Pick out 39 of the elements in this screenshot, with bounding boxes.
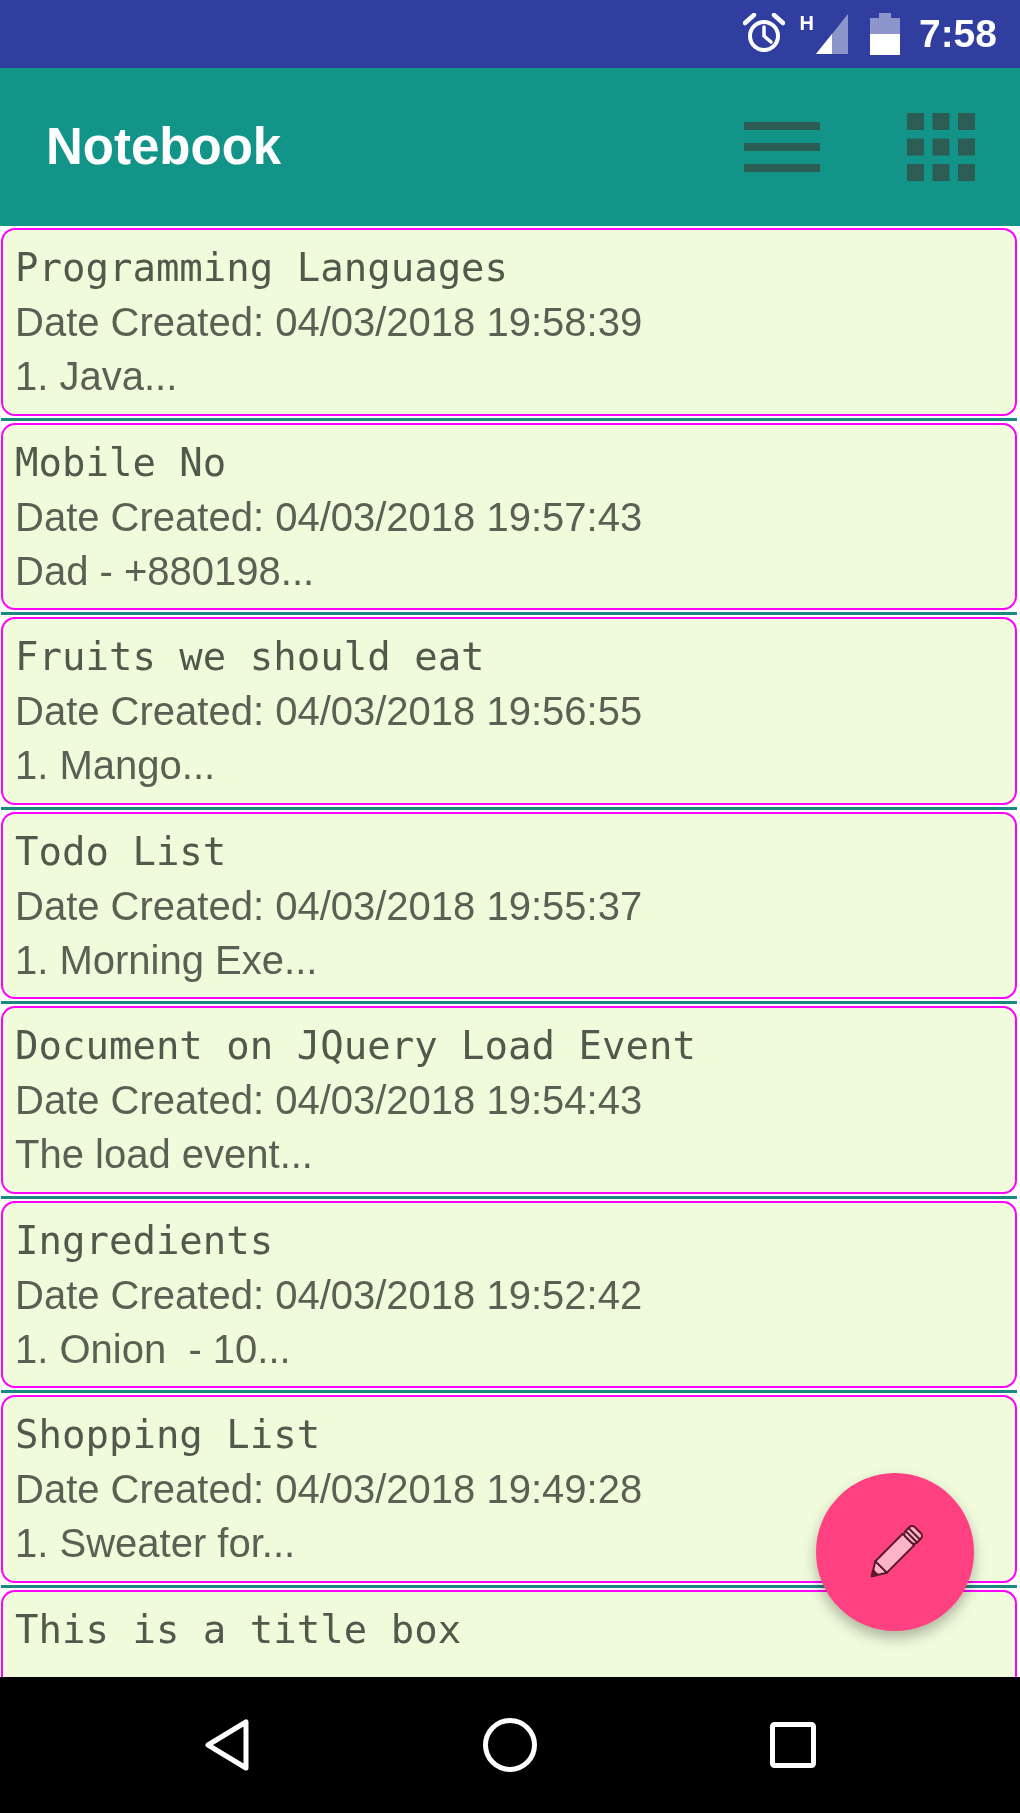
note-card[interactable]: This is a title box (1, 1589, 1017, 1677)
note-date: Date Created: 04/03/2018 19:56:55 (15, 688, 643, 735)
note-date: Date Created: 04/03/2018 19:57:43 (15, 493, 643, 541)
note-title: Fruits we should eat (15, 633, 485, 681)
note-preview: 1. Sweater for... (15, 1520, 296, 1567)
note-preview: Dad - +880198... (15, 547, 315, 595)
note-card[interactable]: Todo List Date Created: 04/03/2018 19:55:37 1. Morning Exe... (1, 811, 1017, 999)
note-card[interactable]: Programming Languages Date Created: 04/03/2018 19:58:39 1. Java... (1, 228, 1017, 416)
note-title: Programming Languages (15, 244, 509, 292)
note-card[interactable]: Ingredients Date Created: 04/03/2018 19:52:42 1. Onion - 10... (1, 1200, 1017, 1388)
note-title: Shopping List (15, 1411, 321, 1459)
note-date: Date Created: 04/03/2018 19:55:37 (15, 882, 643, 930)
recent-apps-icon[interactable] (770, 1722, 816, 1768)
note-preview: 1. Morning Exe... (15, 936, 318, 984)
note-title: This is a title box (15, 1605, 462, 1654)
battery-icon (869, 13, 900, 55)
note-preview: 1. Onion - 10... (15, 1325, 291, 1373)
note-title: Document on JQuery Load Event (15, 1022, 696, 1070)
back-icon[interactable] (204, 1718, 250, 1772)
note-preview: 1. Java... (15, 353, 178, 400)
note-title: Ingredients (15, 1216, 274, 1265)
note-card[interactable]: Shopping List Date Created: 04/03/2018 19:49:28 1. Sweater for... (1, 1395, 1017, 1583)
alarm-icon (743, 13, 786, 55)
note-preview: The load event... (15, 1131, 313, 1178)
note-preview: 1. Mango... (15, 742, 216, 789)
app-title: Notebook (46, 117, 283, 177)
note-title: Mobile No (15, 438, 227, 487)
signal-icon (815, 14, 848, 54)
note-date: Date Created: 04/03/2018 19:49:28 (15, 1466, 643, 1513)
note-date: Date Created: 04/03/2018 19:58:39 (15, 299, 643, 346)
note-card[interactable]: Mobile No Date Created: 04/03/2018 19:57:43 Dad - +880198... (1, 422, 1017, 610)
status-time: 7:58 (918, 12, 997, 56)
network-type-label: H (799, 14, 814, 32)
note-date: Date Created: 04/03/2018 19:52:42 (15, 1271, 643, 1319)
home-icon[interactable] (483, 1718, 537, 1772)
note-card[interactable]: Fruits we should eat Date Created: 04/03/2018 19:56:55 1. Mango... (1, 617, 1017, 805)
note-date: Date Created: 04/03/2018 19:54:43 (15, 1077, 643, 1124)
note-title: Todo List (15, 827, 227, 876)
note-card[interactable]: Document on JQuery Load Event Date Created: 04/03/2018 19:54:43 The load event... (1, 1006, 1017, 1194)
